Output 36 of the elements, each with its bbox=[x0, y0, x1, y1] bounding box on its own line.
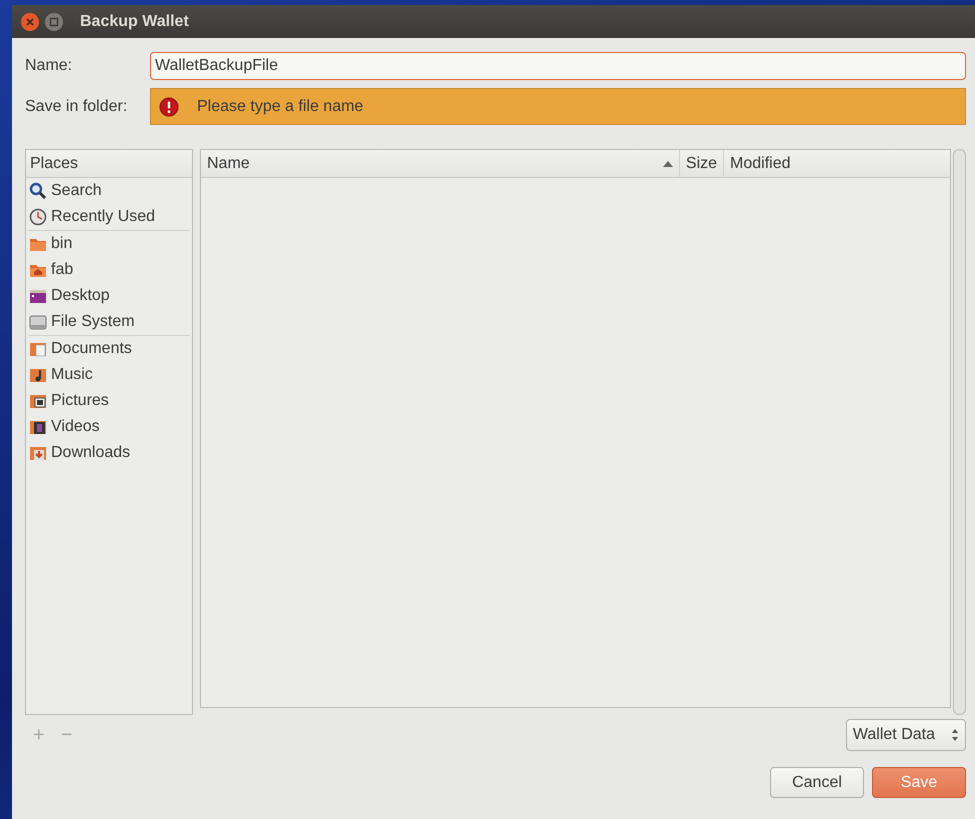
column-header[interactable]: Size bbox=[680, 150, 724, 178]
place-item[interactable]: Recently Used bbox=[26, 204, 192, 230]
videos-folder-icon bbox=[29, 418, 47, 436]
pictures-folder-icon bbox=[29, 392, 47, 410]
place-item[interactable]: Search bbox=[26, 178, 192, 204]
place-item[interactable]: Videos bbox=[26, 414, 192, 440]
place-item[interactable]: Documents bbox=[26, 336, 192, 362]
documents-folder-icon bbox=[29, 340, 47, 358]
place-item[interactable]: fab bbox=[26, 257, 192, 283]
place-item[interactable]: File System bbox=[26, 309, 192, 335]
place-item[interactable]: bin bbox=[26, 231, 192, 257]
desktop-icon bbox=[29, 287, 47, 305]
file-type-dropdown[interactable]: Wallet Data bbox=[846, 719, 966, 751]
place-item[interactable]: Desktop bbox=[26, 283, 192, 309]
column-header[interactable]: Name bbox=[200, 150, 680, 178]
window-title: Backup Wallet bbox=[80, 12, 189, 32]
drive-icon bbox=[29, 313, 47, 331]
search-icon bbox=[29, 182, 47, 200]
name-label: Name: bbox=[25, 56, 74, 76]
place-item[interactable]: Music bbox=[26, 362, 192, 388]
maximize-icon[interactable] bbox=[44, 12, 64, 32]
folder-label: Save in folder: bbox=[25, 96, 128, 116]
music-folder-icon bbox=[29, 366, 47, 384]
clock-icon bbox=[29, 208, 47, 226]
places-header: Places bbox=[26, 150, 192, 178]
error-icon bbox=[159, 96, 179, 116]
name-field[interactable]: WalletBackupFile bbox=[150, 52, 966, 80]
place-item[interactable]: Pictures bbox=[26, 388, 192, 414]
downloads-folder-icon bbox=[29, 444, 47, 462]
cancel-button[interactable]: Cancel bbox=[770, 767, 864, 798]
place-item[interactable]: Downloads bbox=[26, 440, 192, 466]
scrollbar[interactable] bbox=[953, 149, 966, 715]
updown-caret-icon bbox=[951, 728, 959, 742]
close-icon[interactable] bbox=[20, 12, 40, 32]
error-message: Please type a file name bbox=[197, 96, 364, 116]
column-header[interactable]: Modified bbox=[724, 150, 950, 178]
